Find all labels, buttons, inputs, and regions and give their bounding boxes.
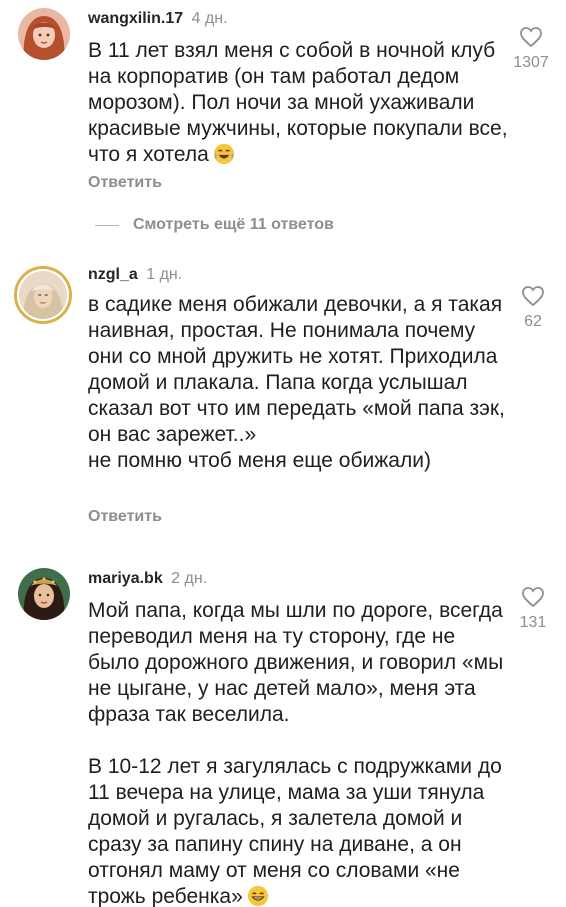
username[interactable]: nzgl_a: [88, 266, 138, 283]
timestamp: 4 дн.: [191, 10, 228, 27]
like-count: 1307: [513, 54, 549, 71]
heart-outline-icon[interactable]: [521, 285, 545, 307]
comment-text: в садике меня обижали девочки, а я такая…: [88, 293, 505, 472]
comment-meta: wangxilin.17 4 дн.: [88, 10, 228, 28]
view-more-replies-button[interactable]: Смотреть ещё 11 ответов: [95, 214, 334, 236]
comment-text-content: Мой папа, когда мы шли по дороге, всегда…: [88, 599, 504, 907]
view-more-label: Смотреть ещё 11 ответов: [133, 216, 334, 233]
comment-meta: nzgl_a 1 дн.: [88, 266, 182, 284]
reply-button[interactable]: Ответить: [88, 508, 162, 526]
comment-meta: mariya.bk 2 дн.: [88, 570, 207, 588]
avatar[interactable]: [18, 568, 70, 620]
comment-text-content: В 11 лет взял меня с собой в ночной клуб…: [88, 39, 508, 166]
laughing-tears-emoji: [213, 143, 234, 165]
grinning-emoji: [247, 885, 268, 907]
username[interactable]: wangxilin.17: [88, 10, 183, 27]
like-count: 62: [524, 313, 542, 330]
like-control: 62: [503, 285, 563, 331]
like-control: 131: [503, 586, 563, 632]
timestamp: 1 дн.: [146, 266, 183, 283]
reply-button[interactable]: Ответить: [88, 174, 162, 192]
comment-text: В 11 лет взял меня с собой в ночной клуб…: [88, 38, 508, 168]
divider-line: [95, 224, 119, 226]
like-count: 131: [519, 614, 547, 631]
like-control: 1307: [501, 26, 561, 72]
avatar[interactable]: [14, 266, 72, 324]
timestamp: 2 дн.: [171, 570, 208, 587]
avatar[interactable]: [18, 8, 70, 60]
heart-outline-icon[interactable]: [521, 586, 545, 608]
username[interactable]: mariya.bk: [88, 570, 163, 587]
heart-outline-icon[interactable]: [519, 26, 543, 48]
comment-text: Мой папа, когда мы шли по дороге, всегда…: [88, 598, 508, 907]
